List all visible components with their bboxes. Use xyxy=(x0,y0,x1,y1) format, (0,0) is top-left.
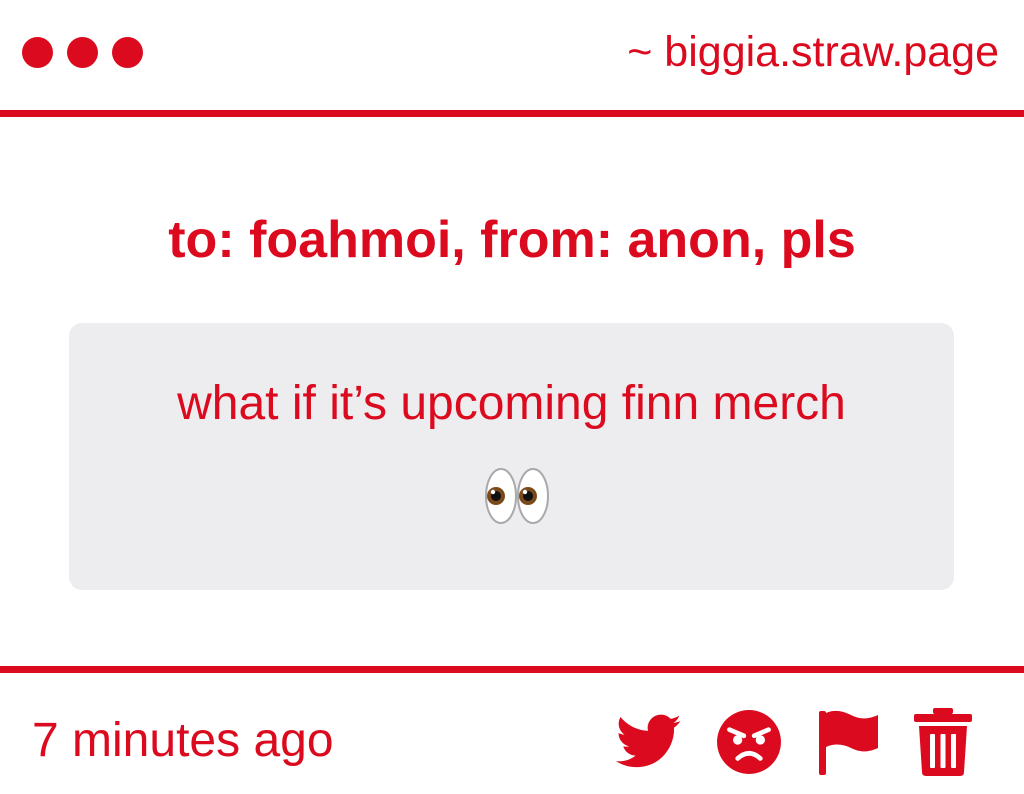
eyes-emoji xyxy=(484,461,550,559)
action-bar xyxy=(616,706,972,778)
message-body: what if it’s upcoming finn merch xyxy=(177,376,846,430)
window-dot-3 xyxy=(112,37,143,68)
message-text: what if it’s upcoming finn merch xyxy=(152,355,872,559)
timestamp: 7 minutes ago xyxy=(32,714,334,767)
twitter-icon[interactable] xyxy=(616,714,682,770)
trash-icon[interactable] xyxy=(914,708,972,776)
message-card: what if it’s upcoming finn merch xyxy=(69,323,954,590)
footer-divider xyxy=(0,666,1024,673)
site-url[interactable]: ~ biggia.straw.page xyxy=(627,26,999,78)
angry-face-icon[interactable] xyxy=(716,709,782,775)
footer: 7 minutes ago xyxy=(0,673,1024,794)
header-divider xyxy=(0,110,1024,117)
window-controls xyxy=(22,37,143,68)
header: ~ biggia.straw.page xyxy=(0,0,1024,110)
window-dot-2 xyxy=(67,37,98,68)
message-title: to: foahmoi, from: anon, pls xyxy=(168,211,856,269)
flag-icon[interactable] xyxy=(816,708,880,776)
window-dot-1 xyxy=(22,37,53,68)
